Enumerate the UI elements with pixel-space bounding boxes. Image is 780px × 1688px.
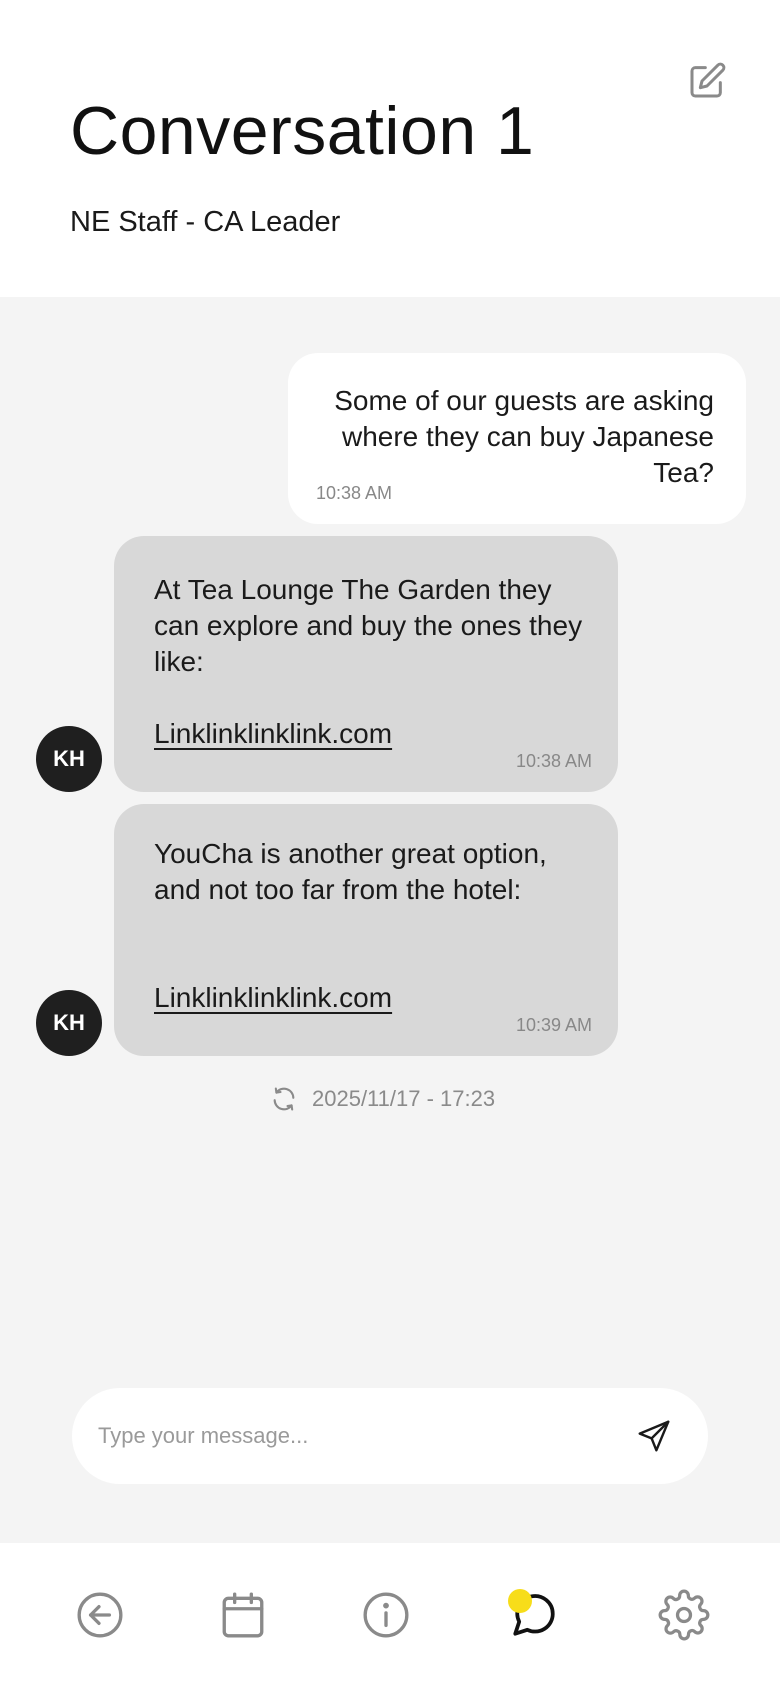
nav-info[interactable] <box>354 1583 418 1647</box>
info-icon <box>363 1592 409 1638</box>
sync-timestamp: 2025/11/17 - 17:23 <box>312 1086 496 1111</box>
page-subtitle: NE Staff - CA Leader <box>70 206 341 238</box>
message-text: At Tea Lounge The Garden they can explor… <box>154 574 583 677</box>
nav-back[interactable] <box>68 1583 132 1647</box>
message-text: Some of our guests are asking where they… <box>334 385 714 488</box>
nav-settings[interactable] <box>652 1583 716 1647</box>
message-link[interactable]: Linklinklinklink.com <box>154 980 392 1016</box>
settings-icon <box>658 1589 710 1641</box>
send-icon <box>638 1420 670 1452</box>
avatar: KH <box>36 726 102 792</box>
sync-status: 2025/11/17 - 17:23 <box>270 1084 495 1114</box>
message-link[interactable]: Linklinklinklink.com <box>154 716 392 752</box>
message-time: 10:38 AM <box>515 751 592 771</box>
back-circle-icon <box>77 1592 123 1638</box>
refresh-icon[interactable] <box>270 1085 298 1113</box>
send-button[interactable] <box>630 1412 678 1460</box>
bottom-nav <box>0 1543 780 1688</box>
message-text: YouCha is another great option, and not … <box>154 838 547 905</box>
incoming-message: At Tea Lounge The Garden they can explor… <box>114 536 618 792</box>
incoming-message: YouCha is another great option, and not … <box>114 804 618 1056</box>
message-time: 10:39 AM <box>515 1015 592 1035</box>
notification-dot <box>508 1589 532 1613</box>
nav-calendar[interactable] <box>211 1583 275 1647</box>
message-time: 10:38 AM <box>316 483 393 503</box>
message-input[interactable] <box>98 1412 618 1460</box>
edit-square-icon <box>690 62 726 98</box>
page-title: Conversation 1 <box>70 93 535 169</box>
avatar: KH <box>36 990 102 1056</box>
header: Conversation 1 NE Staff - CA Leader <box>0 0 780 297</box>
edit-button[interactable] <box>684 58 730 104</box>
calendar-icon <box>222 1592 264 1638</box>
outgoing-message: Some of our guests are asking where they… <box>288 353 746 524</box>
nav-chat[interactable] <box>502 1583 566 1647</box>
message-composer <box>72 1388 708 1484</box>
